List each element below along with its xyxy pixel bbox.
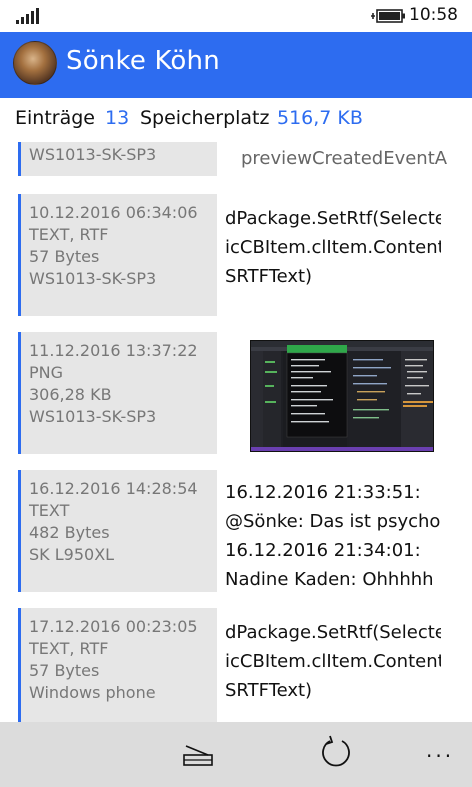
scan-button[interactable] bbox=[168, 722, 228, 787]
refresh-button[interactable] bbox=[306, 722, 366, 787]
entry-meta: 16.12.2016 14:28:54 TEXT 482 Bytes SK L9… bbox=[18, 470, 217, 592]
entry-meta: 10.12.2016 06:34:06 TEXT, RTF 57 Bytes W… bbox=[18, 194, 217, 316]
entry-content-line: 16.12.2016 21:34:01: bbox=[225, 540, 421, 561]
entry-format: PNG bbox=[29, 363, 64, 382]
clock: 10:58 bbox=[409, 5, 458, 25]
entry-date: 16.12.2016 14:28:54 bbox=[29, 479, 198, 498]
entry-size: 57 Bytes bbox=[29, 247, 100, 266]
screenshot-thumbnail[interactable] bbox=[250, 340, 434, 452]
entry-meta: 11.12.2016 13:37:22 PNG 306,28 KB WS1013… bbox=[18, 332, 217, 454]
storage-value: 516,7 KB bbox=[277, 107, 363, 129]
entry-format: TEXT, RTF bbox=[29, 225, 109, 244]
entry-content-line: dPackage.SetRtf(Selecte bbox=[225, 208, 441, 229]
entry-device: Windows phone bbox=[29, 683, 156, 702]
list-item[interactable]: 17.12.2016 00:23:05 TEXT, RTF 57 Bytes W… bbox=[0, 608, 472, 722]
more-ellipsis-icon: ... bbox=[426, 738, 455, 762]
entry-device: WS1013-SK-SP3 bbox=[29, 269, 157, 288]
entry-format: TEXT, RTF bbox=[29, 639, 109, 658]
entry-content-line: 16.12.2016 21:33:51: bbox=[225, 482, 421, 503]
user-name: Sönke Köhn bbox=[66, 46, 220, 76]
entry-content: 16.12.2016 21:33:51: @Sönke: Das ist psy… bbox=[225, 478, 441, 594]
profile-header: Sönke Köhn bbox=[0, 32, 472, 98]
avatar[interactable] bbox=[13, 41, 57, 85]
scanner-icon bbox=[183, 745, 213, 766]
refresh-icon bbox=[322, 735, 350, 767]
clipboard-entry-list[interactable]: WS1013-SK-SP3 previewCreatedEventA 10.12… bbox=[0, 142, 472, 722]
entry-content: dPackage.SetRtf(Selecte icCBItem.clItem.… bbox=[225, 204, 441, 291]
entry-date: 17.12.2016 00:23:05 bbox=[29, 617, 198, 636]
entry-device: WS1013-SK-SP3 bbox=[29, 407, 157, 426]
entry-date: 10.12.2016 06:34:06 bbox=[29, 203, 198, 222]
entry-date: 11.12.2016 13:37:22 bbox=[29, 341, 198, 360]
summary-bar: Einträge 13 Speicherplatz 516,7 KB bbox=[0, 98, 472, 142]
entry-content-line: dPackage.SetRtf(Selecte bbox=[225, 622, 441, 643]
entry-format: TEXT bbox=[29, 501, 70, 520]
signal-bars-icon bbox=[16, 8, 39, 24]
entry-meta: 17.12.2016 00:23:05 TEXT, RTF 57 Bytes W… bbox=[18, 608, 217, 722]
entry-content: previewCreatedEventA bbox=[241, 144, 457, 173]
more-button[interactable]: ... bbox=[412, 722, 472, 787]
list-item[interactable]: WS1013-SK-SP3 previewCreatedEventA bbox=[0, 142, 472, 176]
battery-charging-icon bbox=[371, 9, 405, 23]
entry-size: 57 Bytes bbox=[29, 661, 100, 680]
storage-label: Speicherplatz bbox=[140, 107, 270, 129]
entry-content-line: Nadine Kaden: Ohhhhh bbox=[225, 569, 434, 590]
entry-size: 482 Bytes bbox=[29, 523, 110, 542]
entry-content-line: icCBItem.clItem.Content bbox=[225, 651, 441, 672]
entry-content-line: SRTFText) bbox=[225, 266, 313, 287]
entry-device: WS1013-SK-SP3 bbox=[29, 145, 157, 164]
entry-content-line: SRTFText) bbox=[225, 680, 313, 701]
entry-content-line: @Sönke: Das ist psycho bbox=[225, 511, 441, 532]
entry-device: SK L950XL bbox=[29, 545, 115, 564]
entry-content-line: icCBItem.clItem.Content bbox=[225, 237, 441, 258]
screenshot-thumbnail-image bbox=[251, 341, 433, 451]
entries-label: Einträge bbox=[15, 107, 95, 129]
entry-content: dPackage.SetRtf(Selecte icCBItem.clItem.… bbox=[225, 618, 441, 705]
list-item[interactable]: 16.12.2016 14:28:54 TEXT 482 Bytes SK L9… bbox=[0, 470, 472, 592]
entry-size: 306,28 KB bbox=[29, 385, 112, 404]
app-bar: ... bbox=[0, 722, 472, 787]
entry-meta: WS1013-SK-SP3 bbox=[18, 142, 217, 176]
list-item[interactable]: 10.12.2016 06:34:06 TEXT, RTF 57 Bytes W… bbox=[0, 194, 472, 316]
status-bar: 10:58 bbox=[0, 0, 472, 32]
entries-count: 13 bbox=[105, 107, 130, 129]
list-item[interactable]: 11.12.2016 13:37:22 PNG 306,28 KB WS1013… bbox=[0, 332, 472, 454]
entry-content-line: previewCreatedEventA bbox=[241, 148, 448, 169]
